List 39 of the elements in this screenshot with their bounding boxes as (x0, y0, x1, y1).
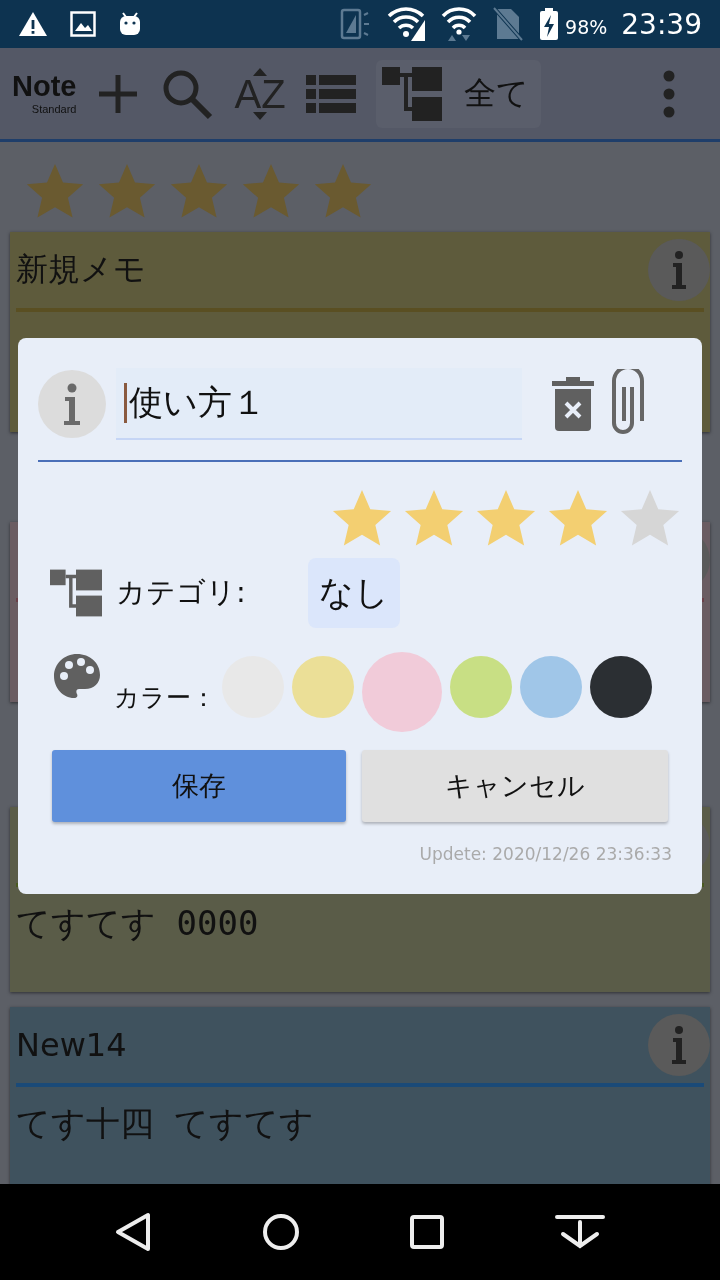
app-logo: Note (12, 72, 77, 101)
info-icon[interactable] (648, 239, 710, 301)
updated-timestamp: Updete: 2020/12/26 23:36:33 (418, 844, 673, 864)
clock: 23:39 (621, 7, 702, 41)
delete-icon[interactable] (552, 377, 594, 431)
note-card[interactable]: New14 てす十四 てすてす (10, 1007, 710, 1184)
note-body: てす十四 てすてす (15, 1102, 316, 1145)
info-icon[interactable] (38, 370, 106, 438)
list-icon[interactable] (305, 72, 356, 115)
recents-icon[interactable] (410, 1215, 445, 1249)
note-title: New14 (16, 1026, 127, 1064)
battery-charging-icon (539, 7, 560, 41)
wifi-icon (441, 6, 478, 42)
title-field[interactable]: 使い方１ (116, 368, 522, 440)
category-button[interactable]: なし (307, 558, 400, 628)
category-filter-button[interactable]: 全て (375, 59, 541, 128)
down-arrow-icon (253, 111, 267, 120)
note-title: 新規メモ (16, 249, 146, 290)
up-arrow-icon (253, 67, 267, 76)
color-label: カラー： (114, 681, 216, 714)
robot-icon (118, 11, 142, 37)
save-button[interactable]: 保存 (52, 750, 346, 822)
info-icon[interactable] (648, 1014, 710, 1076)
category-icon (381, 66, 442, 121)
cancel-button[interactable]: キャンセル (362, 750, 668, 822)
hide-keyboard-icon[interactable] (554, 1214, 605, 1250)
wifi-signal-icon (387, 6, 428, 42)
sort-button[interactable]: AZ (234, 67, 286, 120)
battery-percent: 98% (565, 16, 608, 38)
more-icon[interactable] (662, 69, 676, 118)
app-edition: Standard (31, 104, 77, 115)
home-icon[interactable] (261, 1213, 300, 1251)
warning-icon (18, 10, 48, 38)
image-icon (70, 11, 96, 37)
back-icon[interactable] (115, 1212, 152, 1252)
category-icon (50, 569, 102, 617)
note-body: てすてす 0000 (15, 902, 260, 945)
category-label: カテゴリ: (116, 574, 246, 611)
no-sim-icon (491, 6, 526, 42)
